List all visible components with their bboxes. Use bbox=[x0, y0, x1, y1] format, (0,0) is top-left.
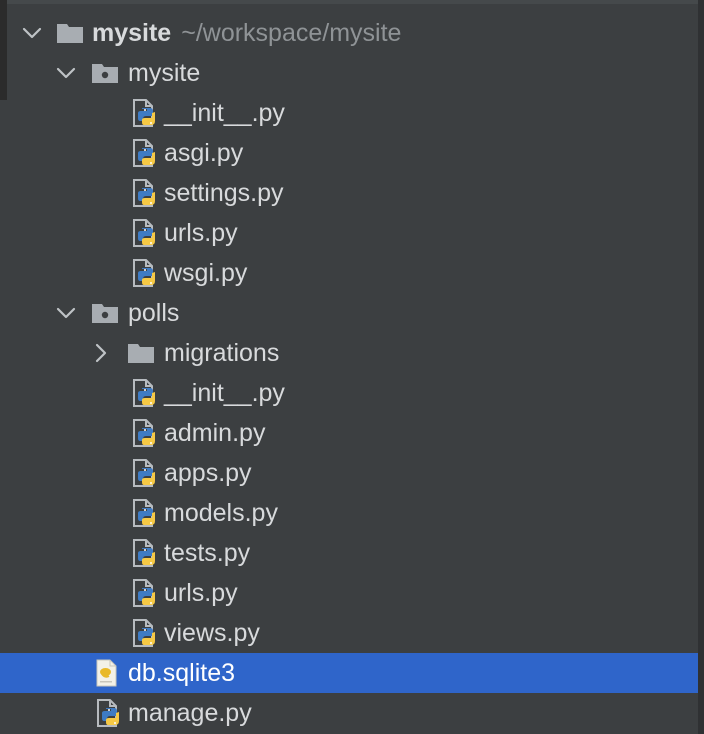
python-file-icon bbox=[131, 419, 159, 447]
tree-node-label: __init__.py bbox=[164, 99, 285, 127]
tree-file-init-py[interactable]: __init__.py bbox=[0, 93, 698, 133]
python-file-icon bbox=[131, 579, 159, 607]
package-folder-icon bbox=[91, 59, 119, 87]
root-folder-path: ~/workspace/mysite bbox=[181, 19, 402, 47]
tree-file-settings-py[interactable]: settings.py bbox=[0, 173, 698, 213]
chevron-down-icon[interactable] bbox=[21, 22, 43, 44]
tree-node-label: settings.py bbox=[164, 179, 284, 207]
tree-node-label: asgi.py bbox=[164, 139, 244, 167]
tree-node-label: db.sqlite3 bbox=[128, 659, 236, 687]
tree-file-wsgi-py[interactable]: wsgi.py bbox=[0, 253, 698, 293]
tree-node-label: mysite bbox=[128, 59, 201, 87]
python-file-icon bbox=[131, 499, 159, 527]
tree-node-label: tests.py bbox=[164, 539, 251, 567]
root-folder-name: mysite bbox=[92, 19, 172, 47]
chevron-right-icon[interactable] bbox=[90, 342, 112, 364]
python-file-icon bbox=[131, 379, 159, 407]
python-file-icon bbox=[131, 459, 159, 487]
tree-folder-mysite[interactable]: mysite bbox=[0, 53, 698, 93]
project-tree: mysite ~/workspace/mysite mysite __init__… bbox=[0, 13, 698, 733]
sqlite-file-icon bbox=[93, 659, 121, 687]
folder-icon bbox=[56, 19, 84, 47]
python-file-icon bbox=[131, 139, 159, 167]
tree-file-init-py[interactable]: __init__.py bbox=[0, 373, 698, 413]
tree-node-label: urls.py bbox=[164, 219, 238, 247]
tree-file-urls-py[interactable]: urls.py bbox=[0, 213, 698, 253]
tree-root-mysite[interactable]: mysite ~/workspace/mysite bbox=[0, 13, 698, 53]
scrollbar-track[interactable] bbox=[698, 0, 704, 734]
python-file-icon bbox=[95, 699, 123, 727]
package-folder-icon bbox=[91, 299, 119, 327]
tree-node-label: apps.py bbox=[164, 459, 252, 487]
python-file-icon bbox=[131, 539, 159, 567]
python-file-icon bbox=[131, 619, 159, 647]
tree-node-label: __init__.py bbox=[164, 379, 285, 407]
python-file-icon bbox=[131, 219, 159, 247]
tree-node-label: polls bbox=[128, 299, 180, 327]
python-file-icon bbox=[131, 99, 159, 127]
tree-file-urls-py[interactable]: urls.py bbox=[0, 573, 698, 613]
tree-file-admin-py[interactable]: admin.py bbox=[0, 413, 698, 453]
tree-file-manage-py[interactable]: manage.py bbox=[0, 693, 698, 733]
tree-node-label: urls.py bbox=[164, 579, 238, 607]
tree-node-label: wsgi.py bbox=[164, 259, 248, 287]
tree-node-label: views.py bbox=[164, 619, 260, 647]
tree-node-label: mysite ~/workspace/mysite bbox=[92, 13, 401, 53]
top-border bbox=[0, 0, 704, 4]
tree-file-db-sqlite3[interactable]: db.sqlite3 bbox=[0, 653, 698, 693]
tree-node-label: migrations bbox=[164, 339, 280, 367]
tree-file-tests-py[interactable]: tests.py bbox=[0, 533, 698, 573]
chevron-down-icon[interactable] bbox=[55, 302, 77, 324]
folder-icon bbox=[127, 339, 155, 367]
python-file-icon bbox=[131, 179, 159, 207]
tree-file-models-py[interactable]: models.py bbox=[0, 493, 698, 533]
tree-file-apps-py[interactable]: apps.py bbox=[0, 453, 698, 493]
chevron-down-icon[interactable] bbox=[55, 62, 77, 84]
tree-folder-migrations[interactable]: migrations bbox=[0, 333, 698, 373]
tree-node-label: admin.py bbox=[164, 419, 266, 447]
tree-file-asgi-py[interactable]: asgi.py bbox=[0, 133, 698, 173]
tree-node-label: models.py bbox=[164, 499, 278, 527]
tree-file-views-py[interactable]: views.py bbox=[0, 613, 698, 653]
python-file-icon bbox=[131, 259, 159, 287]
tree-folder-polls[interactable]: polls bbox=[0, 293, 698, 333]
tree-node-label: manage.py bbox=[128, 699, 252, 727]
